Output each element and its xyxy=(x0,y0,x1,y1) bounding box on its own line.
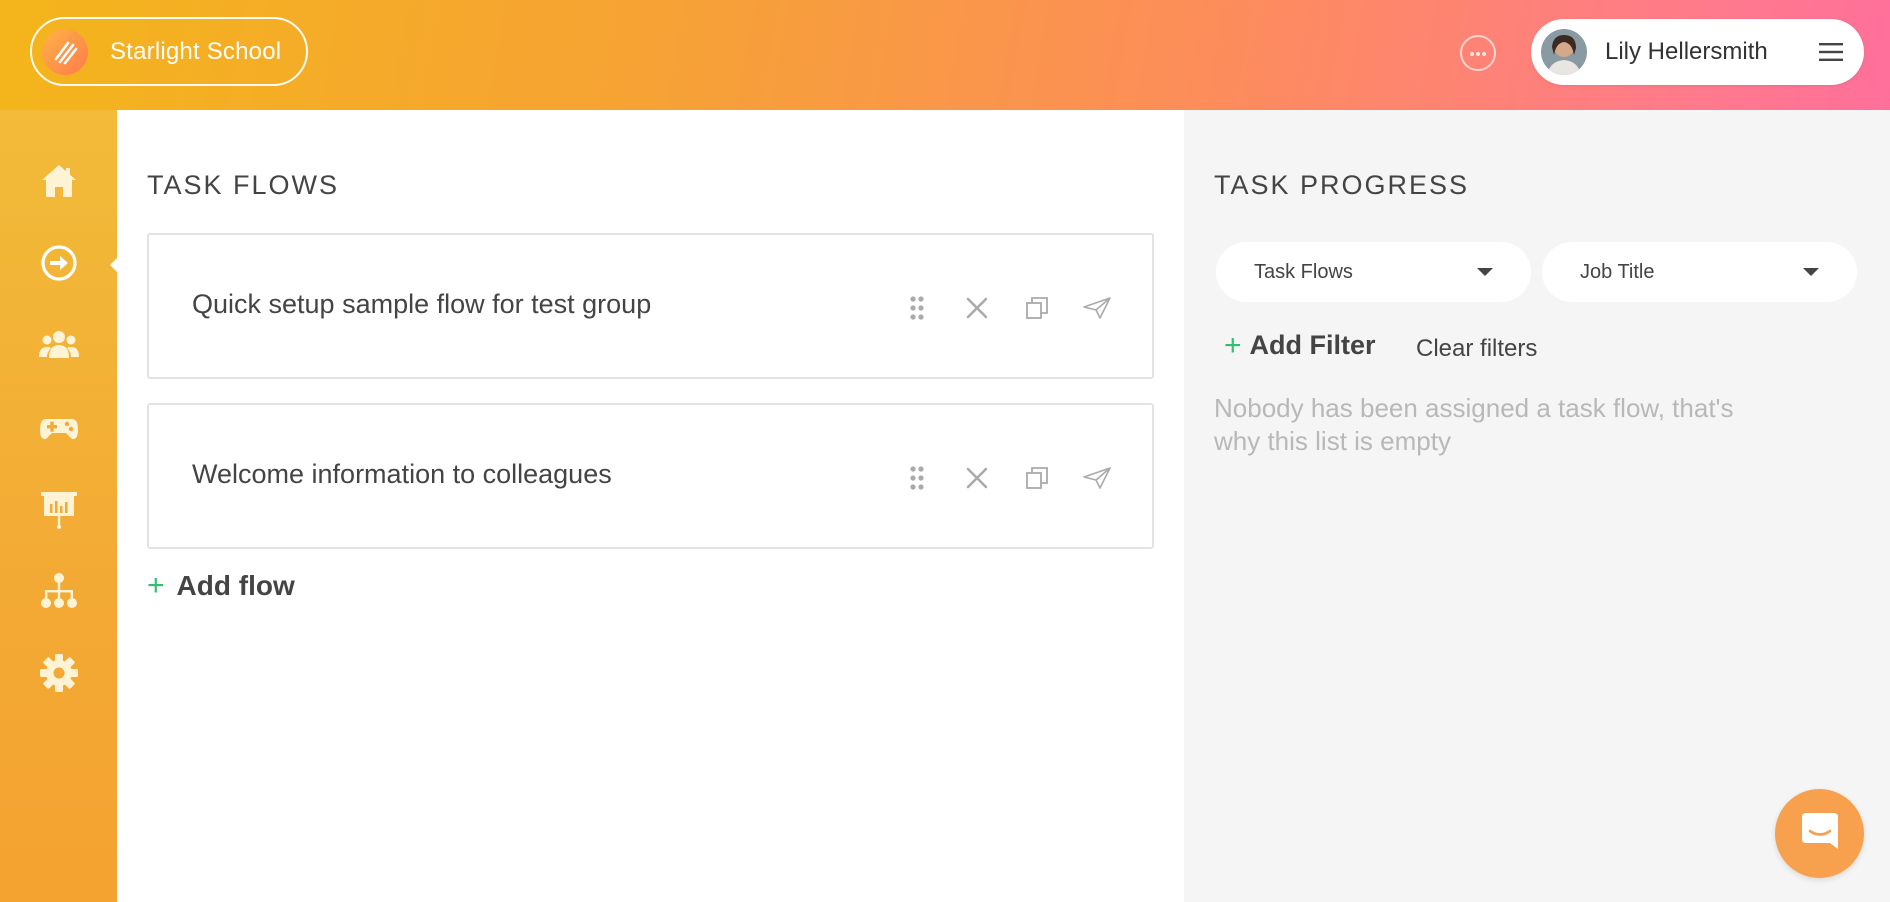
hierarchy-icon xyxy=(38,570,80,617)
hamburger-menu-icon[interactable] xyxy=(1818,41,1844,68)
user-name: Lily Hellersmith xyxy=(1605,38,1768,65)
send-icon[interactable] xyxy=(1082,463,1112,493)
more-options-icon xyxy=(1469,44,1487,62)
add-flow-label: Add flow xyxy=(176,570,295,601)
clear-filters-link[interactable]: Clear filters xyxy=(1416,335,1537,363)
add-filter-label: Add Filter xyxy=(1249,330,1376,360)
add-flow-button[interactable]: + Add flow xyxy=(147,570,295,602)
flow-card[interactable]: Quick setup sample flow for test group xyxy=(147,233,1154,379)
flow-actions xyxy=(902,463,1112,493)
brand-pill[interactable]: Starlight School xyxy=(30,17,308,86)
empty-state-message: Nobody has been assigned a task flow, th… xyxy=(1214,393,1734,456)
nav-settings[interactable] xyxy=(36,652,82,698)
sidebar xyxy=(0,110,117,902)
nav-users[interactable] xyxy=(36,324,82,370)
delete-icon[interactable] xyxy=(962,463,992,493)
nav-hierarchy[interactable] xyxy=(36,570,82,616)
flow-title: Welcome information to colleagues xyxy=(192,459,612,489)
task-flows-filter-select[interactable]: Task Flows xyxy=(1216,242,1531,302)
flow-card[interactable]: Welcome information to colleagues xyxy=(147,403,1154,549)
duplicate-icon[interactable] xyxy=(1022,463,1052,493)
flow-title: Quick setup sample flow for test group xyxy=(192,289,652,319)
users-icon xyxy=(38,324,80,371)
nav-task-flows[interactable] xyxy=(36,242,82,288)
plus-icon: + xyxy=(1224,328,1242,362)
games-icon xyxy=(38,406,80,453)
send-icon[interactable] xyxy=(1082,293,1112,323)
settings-icon xyxy=(38,652,80,699)
school-logo-icon xyxy=(42,28,88,75)
duplicate-icon[interactable] xyxy=(1022,293,1052,323)
task-flows-section: TASK FLOWS Quick setup sample flow for t… xyxy=(117,110,1184,902)
caret-down-icon xyxy=(1477,268,1493,276)
home-icon xyxy=(38,160,80,207)
nav-games[interactable] xyxy=(36,406,82,452)
presentation-icon xyxy=(38,488,80,535)
nav-home[interactable] xyxy=(36,160,82,206)
add-filter-button[interactable]: + Add Filter xyxy=(1224,330,1376,361)
user-menu[interactable]: Lily Hellersmith xyxy=(1531,19,1864,85)
brand-name: Starlight School xyxy=(110,37,282,65)
more-options-button[interactable] xyxy=(1460,35,1496,71)
drag-handle-icon[interactable] xyxy=(902,293,932,323)
task-flows-title: TASK FLOWS xyxy=(147,170,340,200)
plus-icon: + xyxy=(147,569,165,602)
task-progress-section: TASK PROGRESS Task Flows Job Title + Add… xyxy=(1184,110,1890,902)
select-value: Job Title xyxy=(1580,260,1655,283)
chat-button[interactable] xyxy=(1775,789,1864,878)
chat-icon xyxy=(1798,809,1842,858)
job-title-filter-select[interactable]: Job Title xyxy=(1542,242,1857,302)
nav-presentations[interactable] xyxy=(36,488,82,534)
drag-handle-icon[interactable] xyxy=(902,463,932,493)
delete-icon[interactable] xyxy=(962,293,992,323)
task-flows-icon xyxy=(38,242,80,289)
avatar xyxy=(1541,29,1587,75)
top-header: Starlight School Lily Hellersmith xyxy=(0,0,1890,110)
flow-actions xyxy=(902,293,1112,323)
select-value: Task Flows xyxy=(1254,260,1353,283)
task-progress-title: TASK PROGRESS xyxy=(1214,170,1470,200)
caret-down-icon xyxy=(1803,268,1819,276)
